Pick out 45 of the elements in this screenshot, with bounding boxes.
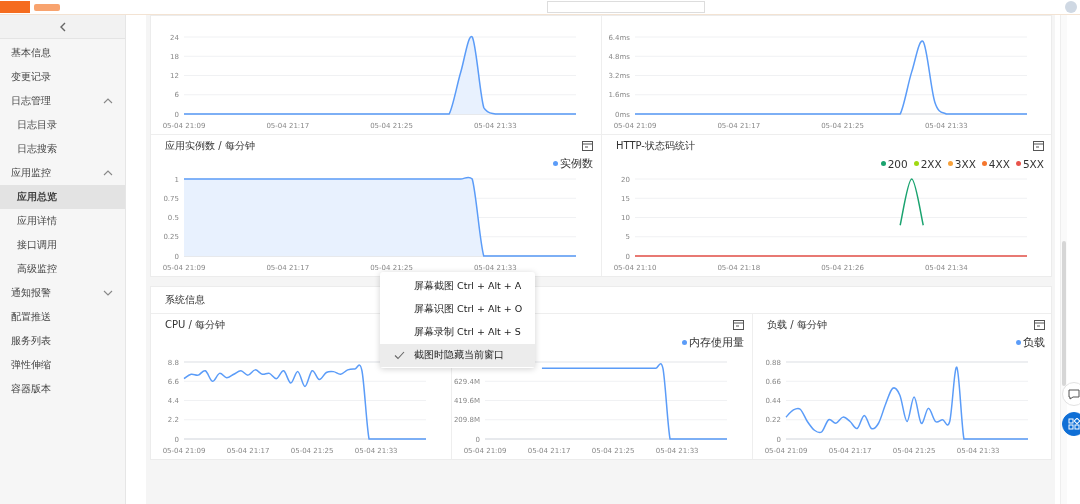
sidebar-item[interactable]: 应用监控 [0, 161, 125, 185]
legend-item[interactable]: 内存使用量 [682, 335, 744, 350]
menu-item[interactable]: 屏幕识图 Ctrl + Alt + O [380, 298, 535, 321]
chart-title: CPU / 每分钟 [165, 318, 226, 332]
chevron-down-icon [103, 290, 113, 296]
chevron-up-icon [103, 98, 113, 104]
export-icon[interactable] [582, 141, 593, 151]
sidebar-item[interactable]: 弹性伸缩 [0, 353, 125, 377]
menu-item[interactable]: 截图时隐藏当前窗口 [380, 344, 535, 367]
legend-item[interactable]: 5XX [1015, 157, 1044, 170]
sidebar-item[interactable]: 应用总览 [0, 185, 125, 209]
menu-item[interactable]: 屏幕截图 Ctrl + Alt + A [380, 275, 535, 298]
legend-item[interactable]: 3XX [947, 157, 976, 170]
sidebar-item[interactable]: 接口调用 [0, 233, 125, 257]
sidebar-item[interactable]: 容器版本 [0, 377, 125, 401]
sidebar-item[interactable]: 配置推送 [0, 305, 125, 329]
sidebar-item[interactable]: 基本信息 [0, 41, 125, 65]
sidebar-item[interactable]: 服务列表 [0, 329, 125, 353]
legend-item[interactable]: 200 [880, 157, 908, 170]
legend-item[interactable]: 2XX [913, 157, 942, 170]
grid-icon [1068, 418, 1080, 430]
chart-title: 应用实例数 / 每分钟 [165, 139, 255, 153]
logo-icon [0, 1, 60, 13]
export-icon[interactable] [1034, 320, 1045, 330]
sidebar-item[interactable]: 通知报警 [0, 281, 125, 305]
chart-title: 负载 / 每分钟 [767, 318, 827, 332]
sidebar-item[interactable]: 日志搜索 [0, 137, 125, 161]
sidebar-item[interactable]: 变更记录 [0, 65, 125, 89]
sidebar-item[interactable]: 高级监控 [0, 257, 125, 281]
legend-item[interactable]: 负载 [1016, 335, 1045, 350]
legend-item[interactable]: 实例数 [553, 156, 593, 171]
chat-icon [1068, 388, 1080, 400]
chart-title: HTTP-状态码统计 [616, 139, 695, 153]
chart-line [899, 178, 924, 226]
chevron-left-icon [58, 21, 67, 32]
chevron-up-icon [103, 170, 113, 176]
search-field[interactable] [547, 1, 705, 13]
sidebar-item[interactable]: 应用详情 [0, 209, 125, 233]
export-icon[interactable] [1033, 141, 1044, 151]
sidebar-item[interactable]: 日志管理 [0, 89, 125, 113]
sidebar-item[interactable]: 日志目录 [0, 113, 125, 137]
check-icon [394, 351, 405, 360]
export-icon[interactable] [733, 320, 744, 330]
legend-item[interactable]: 4XX [981, 157, 1010, 170]
menu-item[interactable]: 屏幕录制 Ctrl + Alt + S [380, 321, 535, 344]
